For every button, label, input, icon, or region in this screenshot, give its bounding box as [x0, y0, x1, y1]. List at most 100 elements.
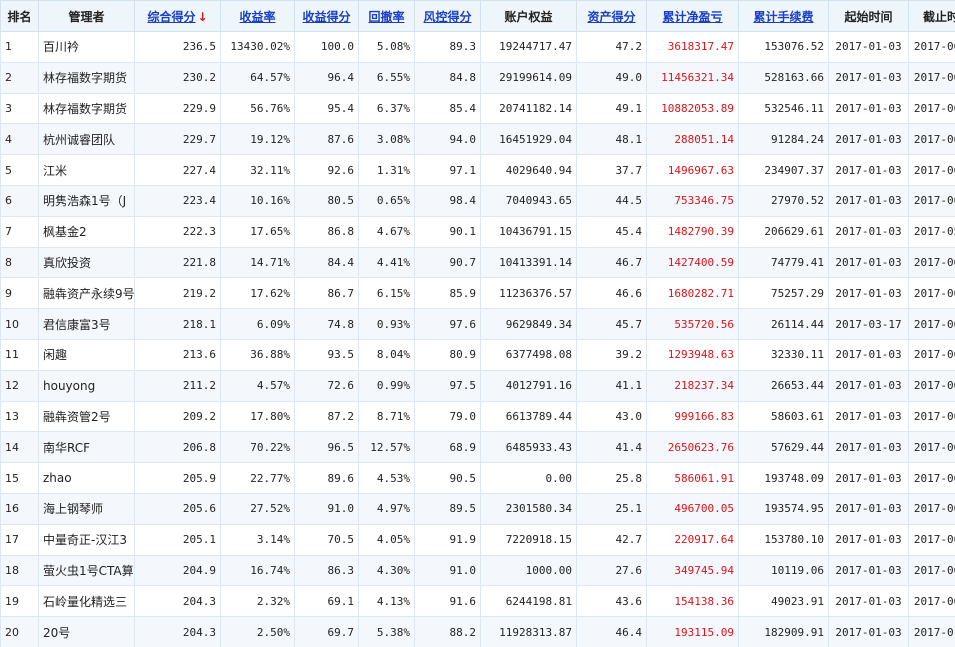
cell-drawdown: 8.71%: [358, 400, 415, 433]
sort-drawdown[interactable]: 回撤率: [358, 0, 415, 32]
cell-end-time: 2017-06-07: [908, 338, 955, 371]
cell-end-time: 2017-06-07: [908, 431, 955, 464]
cell-end-time: 2017-06-07: [908, 61, 955, 94]
cell-drawdown: 5.38%: [358, 616, 415, 647]
cell-net-profit: 999166.83: [646, 400, 739, 433]
cell-risk-score: 68.9: [414, 431, 481, 464]
cell-end-time: 2017-06-07: [908, 462, 955, 494]
cell-drawdown: 0.93%: [358, 308, 415, 340]
cell-equity: 19244717.47: [480, 31, 577, 63]
cell-net-profit: 1482790.39: [646, 215, 739, 248]
cell-rank: 20: [0, 616, 39, 647]
cell-drawdown: 4.97%: [358, 492, 415, 525]
cell-end-time: 2017-06-07: [908, 369, 955, 402]
sort-total-score[interactable]: 综合得分 ↓: [134, 0, 221, 32]
cell-end-time: 2017-01-13: [908, 616, 955, 647]
cell-rank: 17: [0, 523, 39, 556]
cell-total-score: 205.6: [134, 492, 221, 525]
cell-drawdown: 4.13%: [358, 585, 415, 618]
cell-drawdown: 3.08%: [358, 123, 415, 156]
sort-fees[interactable]: 累计手续费: [738, 0, 829, 32]
cell-rank: 16: [0, 492, 39, 525]
cell-risk-score: 91.0: [414, 554, 481, 587]
cell-return-rate: 2.50%: [220, 616, 295, 647]
cell-asset-score: 48.1: [576, 123, 647, 156]
table-row: 11 闲趣 213.6 36.88% 93.5 8.04% 80.9 6377498.08 39…: [0, 338, 955, 371]
cell-return-score: 86.7: [294, 277, 359, 310]
cell-asset-score: 49.0: [576, 61, 647, 94]
cell-risk-score: 89.3: [414, 31, 481, 63]
cell-rank: 9: [0, 277, 39, 310]
cell-equity: 0.00: [480, 462, 577, 494]
cell-fees: 26653.44: [738, 369, 829, 402]
cell-fees: 193748.09: [738, 462, 829, 494]
cell-equity: 20741182.14: [480, 92, 577, 125]
cell-asset-score: 25.8: [576, 462, 647, 494]
cell-net-profit: 2650623.76: [646, 431, 739, 464]
cell-end-time: 2017-06-07: [908, 523, 955, 556]
sort-return-rate[interactable]: 收益率: [220, 0, 295, 32]
cell-fees: 153780.10: [738, 523, 829, 556]
cell-rank: 1: [0, 31, 39, 63]
header-end-time: 截止时间: [908, 0, 955, 32]
cell-equity: 7220918.15: [480, 523, 577, 556]
cell-total-score: 227.4: [134, 154, 221, 186]
table-row: 17 中量奇正-汉江3 205.1 3.14% 70.5 4.05% 91.9 7220918…: [0, 523, 955, 556]
cell-manager: houyong: [38, 369, 135, 402]
cell-drawdown: 4.30%: [358, 554, 415, 587]
cell-manager: 萤火虫1号CTA算: [38, 554, 135, 587]
cell-asset-score: 46.7: [576, 246, 647, 279]
cell-drawdown: 0.99%: [358, 369, 415, 402]
cell-total-score: 230.2: [134, 61, 221, 94]
cell-total-score: 204.3: [134, 616, 221, 647]
cell-end-time: 2017-05-22: [908, 215, 955, 248]
cell-net-profit: 193115.09: [646, 616, 739, 647]
sort-net-profit[interactable]: 累计净盈亏: [646, 0, 739, 32]
cell-equity: 6377498.08: [480, 338, 577, 371]
cell-return-rate: 27.52%: [220, 492, 295, 525]
cell-risk-score: 94.0: [414, 123, 481, 156]
cell-end-time: 2017-06-07: [908, 154, 955, 186]
cell-equity: 9629849.34: [480, 308, 577, 340]
cell-manager: 枫基金2: [38, 215, 135, 248]
cell-fees: 153076.52: [738, 31, 829, 63]
table-row: 18 萤火虫1号CTA算 204.9 16.74% 86.3 4.30% 91.0 1000.…: [0, 554, 955, 587]
cell-fees: 193574.95: [738, 492, 829, 525]
cell-start-time: 2017-03-17: [828, 308, 909, 340]
cell-manager: 林存福数字期货: [38, 92, 135, 125]
cell-asset-score: 39.2: [576, 338, 647, 371]
cell-fees: 528163.66: [738, 61, 829, 94]
cell-net-profit: 349745.94: [646, 554, 739, 587]
cell-net-profit: 218237.34: [646, 369, 739, 402]
header-total-score-label: 综合得分: [147, 9, 196, 24]
cell-return-rate: 17.80%: [220, 400, 295, 433]
cell-risk-score: 79.0: [414, 400, 481, 433]
sort-risk-score[interactable]: 风控得分: [414, 0, 481, 32]
table-row: 7 枫基金2 222.3 17.65% 86.8 4.67% 90.1 10436791.15…: [0, 215, 955, 248]
cell-fees: 49023.91: [738, 585, 829, 618]
cell-manager: 江米: [38, 154, 135, 186]
cell-start-time: 2017-01-03: [828, 523, 909, 556]
cell-end-time: 2017-06-07: [908, 585, 955, 618]
sort-return-score[interactable]: 收益得分: [294, 0, 359, 32]
table-row: 1 百川衿 236.5 13430.02% 100.0 5.08% 89.3 19244717…: [0, 31, 955, 63]
cell-end-time: 2017-06-07: [908, 92, 955, 125]
cell-asset-score: 44.5: [576, 184, 647, 217]
cell-start-time: 2017-01-03: [828, 277, 909, 310]
table-row: 3 林存福数字期货 229.9 56.76% 95.4 6.37% 85.4 20741182…: [0, 92, 955, 125]
cell-manager: 君信康富3号: [38, 308, 135, 340]
sort-asset-score[interactable]: 资产得分: [576, 0, 647, 32]
cell-asset-score: 46.4: [576, 616, 647, 647]
cell-drawdown: 6.15%: [358, 277, 415, 310]
table-body: 1 百川衿 236.5 13430.02% 100.0 5.08% 89.3 19244717…: [0, 31, 955, 647]
cell-manager: 中量奇正-汉江3: [38, 523, 135, 556]
table-row: 9 融犇资产永续9号 219.2 17.62% 86.7 6.15% 85.9 1123637…: [0, 277, 955, 310]
cell-risk-score: 89.5: [414, 492, 481, 525]
cell-drawdown: 6.55%: [358, 61, 415, 94]
cell-rank: 8: [0, 246, 39, 279]
cell-return-score: 86.3: [294, 554, 359, 587]
cell-end-time: 2017-06-07: [908, 246, 955, 279]
cell-return-score: 91.0: [294, 492, 359, 525]
cell-start-time: 2017-01-03: [828, 61, 909, 94]
cell-rank: 11: [0, 338, 39, 371]
